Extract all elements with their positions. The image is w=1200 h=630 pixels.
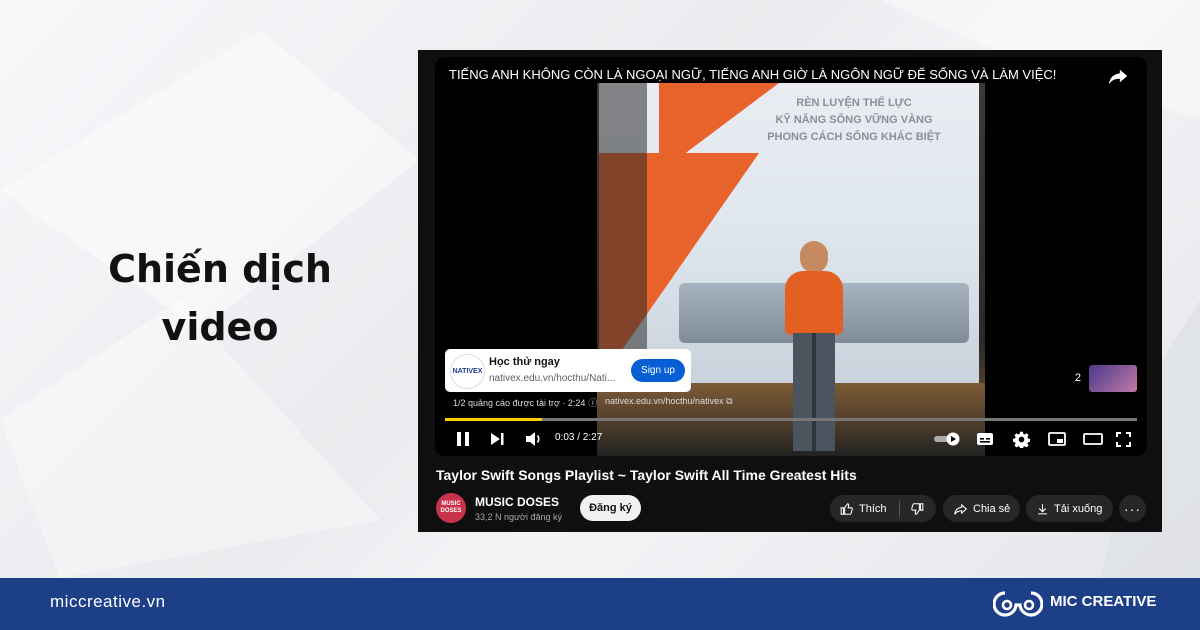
ad-signup-button[interactable]: Sign up xyxy=(631,359,685,382)
ad-url: nativex.edu.vn/hocthu/Nati... xyxy=(489,373,616,384)
autoplay-toggle[interactable] xyxy=(933,427,961,451)
download-button[interactable]: Tải xuống xyxy=(1026,495,1113,522)
share-icon[interactable] xyxy=(1107,65,1129,87)
ad-card[interactable]: NATIVEX Học thử ngay nativex.edu.vn/hoct… xyxy=(445,349,691,392)
thumbs-down-icon xyxy=(910,502,923,515)
headline: Chiến dịch video xyxy=(60,240,380,356)
ad-logo: NATIVEX xyxy=(450,354,485,389)
miniplayer-icon[interactable] xyxy=(1045,427,1069,451)
ad-meta-text: 1/2 quảng cáo được tài trợ · 2:24 xyxy=(453,398,586,408)
speaker xyxy=(800,241,828,273)
video-title[interactable]: Taylor Swift Songs Playlist ~ Taylor Swi… xyxy=(436,467,857,483)
footer-url[interactable]: miccreative.vn xyxy=(50,592,166,612)
subtitles-icon[interactable] xyxy=(973,427,997,451)
volume-icon[interactable] xyxy=(523,427,545,451)
settings-gear-icon[interactable] xyxy=(1009,427,1033,451)
progress-bar[interactable] xyxy=(445,418,1137,421)
up-next-thumbnail[interactable] xyxy=(1089,365,1137,392)
more-options-icon[interactable]: ··· xyxy=(1119,495,1146,522)
ad-meta: 1/2 quảng cáo được tài trợ · 2:24 ⓘ xyxy=(453,396,598,409)
share-arrow-icon xyxy=(954,503,968,515)
projection-screen: RÈN LUYỆN THỂ LỰC KỸ NĂNG SỐNG VỮNG VÀNG… xyxy=(599,83,979,383)
ad-name[interactable]: Học thử ngay xyxy=(489,356,560,368)
like-button[interactable]: Thích xyxy=(830,502,887,516)
progress-fill xyxy=(445,418,542,421)
like-dislike-group: Thích xyxy=(830,495,936,522)
thumbs-up-icon xyxy=(840,502,853,515)
external-link-icon: ⧉ xyxy=(726,396,733,406)
download-label: Tải xuống xyxy=(1054,502,1103,515)
pause-icon[interactable] xyxy=(453,427,473,451)
mic-creative-logo-icon xyxy=(992,589,1044,624)
dislike-button[interactable] xyxy=(900,502,929,516)
share-button[interactable]: Chia sẻ xyxy=(943,495,1020,522)
subscribe-button[interactable]: Đăng ký xyxy=(580,495,641,521)
footer-bar: miccreative.vn MIC CREATIVE xyxy=(0,578,1200,630)
info-icon[interactable]: ⓘ xyxy=(588,396,598,409)
next-icon[interactable] xyxy=(487,427,507,451)
player-controls: 0:03 / 2:27 xyxy=(445,427,1137,453)
video-player[interactable]: RÈN LUYỆN THỂ LỰC KỸ NĂNG SỐNG VỮNG VÀNG… xyxy=(435,57,1147,456)
ad-link[interactable]: nativex.edu.vn/hocthu/nativex ⧉ xyxy=(605,396,733,407)
channel-name[interactable]: MUSIC DOSES xyxy=(475,495,559,509)
download-icon xyxy=(1038,503,1047,514)
up-next-count: 2 xyxy=(1074,372,1081,384)
share-label: Chia sẻ xyxy=(973,502,1011,515)
headline-line-2: video xyxy=(161,305,279,349)
theater-mode-icon[interactable] xyxy=(1081,427,1105,451)
slide-text: RÈN LUYỆN THỂ LỰC KỸ NĂNG SỐNG VỮNG VÀNG… xyxy=(767,97,941,143)
channel-avatar[interactable]: MUSIC DOSES xyxy=(436,493,466,523)
footer-brand: MIC CREATIVE xyxy=(1050,593,1157,610)
video-overlay-title[interactable]: TIẾNG ANH KHÔNG CÒN LÀ NGOẠI NGỮ, TIẾNG … xyxy=(449,67,1089,82)
headline-line-1: Chiến dịch xyxy=(108,247,332,291)
subscriber-count: 33,2 N người đăng ký xyxy=(475,512,562,522)
time-display: 0:03 / 2:27 xyxy=(555,432,603,443)
fullscreen-icon[interactable] xyxy=(1111,427,1135,451)
like-label: Thích xyxy=(859,502,887,515)
